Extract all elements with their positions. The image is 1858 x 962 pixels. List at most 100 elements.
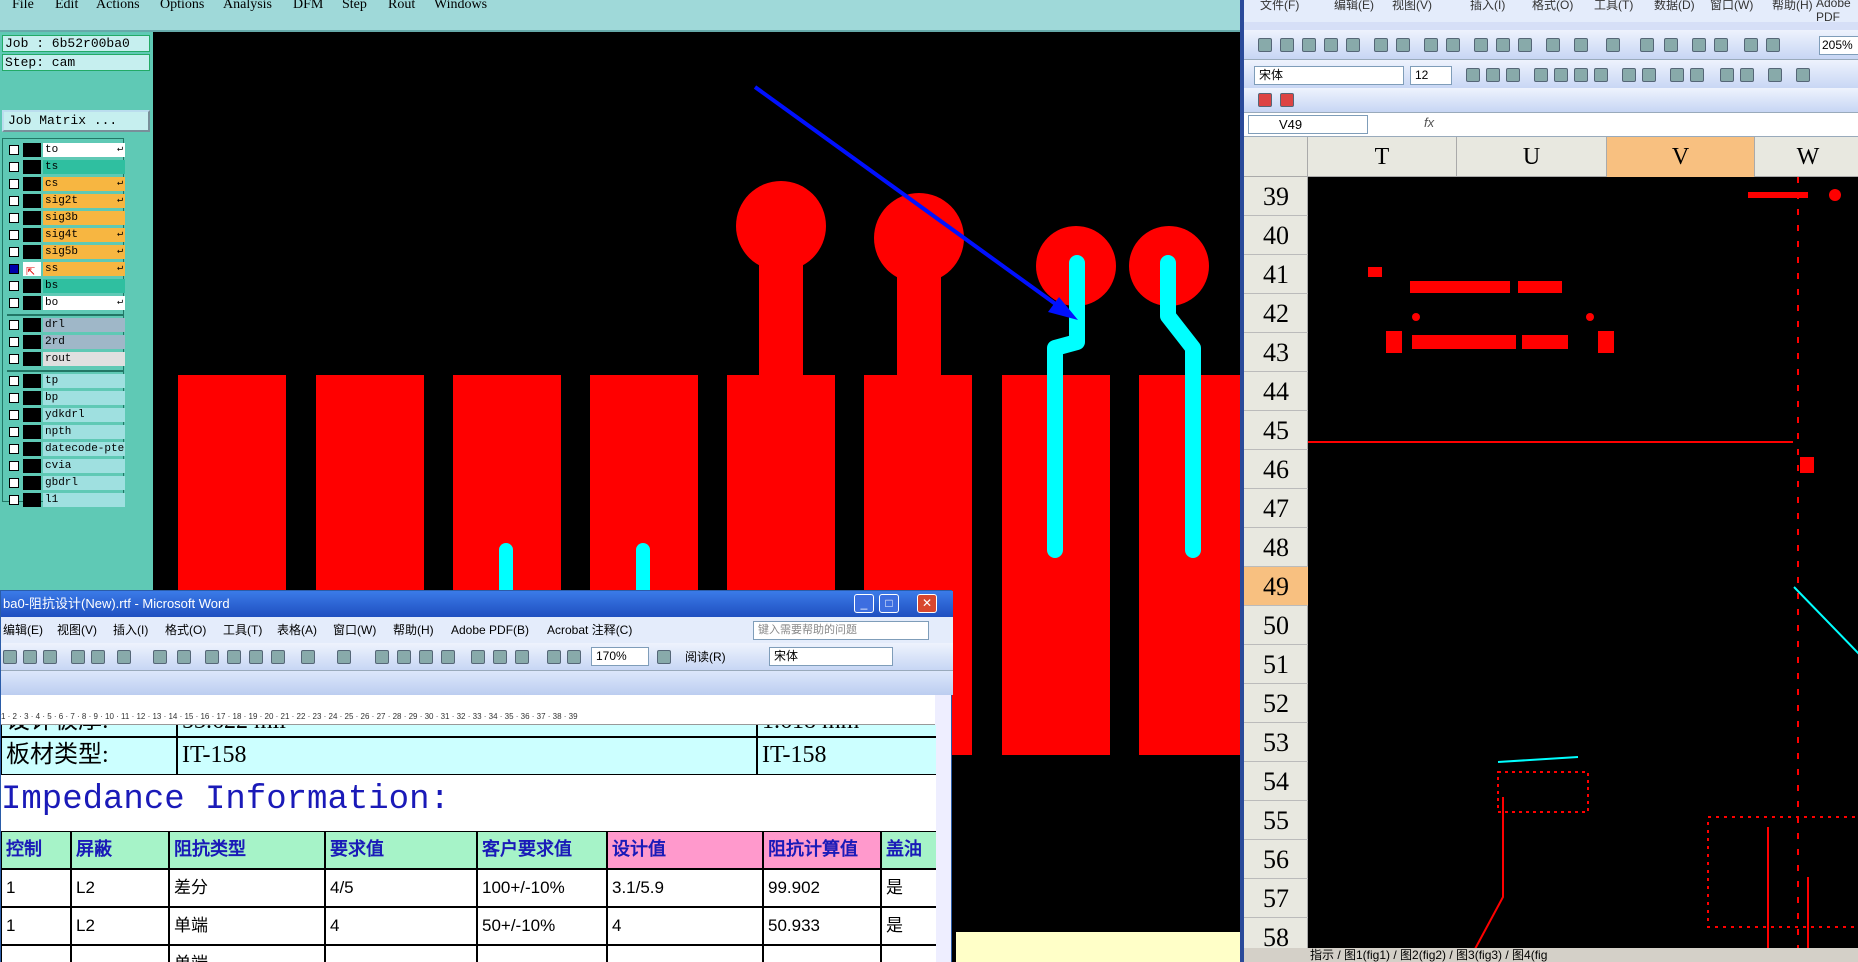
layer-row-sig5b[interactable]: sig5b ↵ bbox=[7, 245, 125, 259]
layer-checkbox[interactable] bbox=[9, 145, 19, 155]
layer-affected-toggle[interactable] bbox=[23, 143, 41, 157]
layer-row-cvia[interactable]: cvia bbox=[7, 459, 125, 473]
word-menu-insert[interactable]: 插入(I) bbox=[113, 617, 148, 643]
row-header-57[interactable]: 57 bbox=[1244, 879, 1308, 918]
layer-row-2rd[interactable]: 2rd bbox=[7, 335, 125, 349]
decrease-decimal-icon[interactable] bbox=[1690, 68, 1704, 82]
minimize-icon[interactable]: _ bbox=[854, 594, 874, 613]
word-menu-help[interactable]: 帮助(H) bbox=[393, 617, 434, 643]
row-header-50[interactable]: 50 bbox=[1244, 606, 1308, 645]
layer-checkbox[interactable] bbox=[9, 337, 19, 347]
layer-affected-toggle[interactable] bbox=[23, 442, 41, 456]
layer-checkbox[interactable] bbox=[9, 478, 19, 488]
layer-row-sig4t[interactable]: sig4t ↵ bbox=[7, 228, 125, 242]
layer-name[interactable]: ss ↵ bbox=[43, 262, 125, 276]
cam-menu-options[interactable]: Options bbox=[160, 0, 204, 13]
excel-menu-view[interactable]: 视图(V) bbox=[1392, 0, 1432, 13]
excel-menu-insert[interactable]: 插入(I) bbox=[1470, 0, 1505, 13]
cam-menu-analysis[interactable]: Analysis bbox=[223, 0, 272, 13]
layer-checkbox[interactable] bbox=[9, 495, 19, 505]
format-painter-icon[interactable] bbox=[1546, 38, 1560, 52]
row-header-53[interactable]: 53 bbox=[1244, 723, 1308, 762]
currency-icon[interactable] bbox=[1622, 68, 1636, 82]
layer-name[interactable]: ts bbox=[43, 160, 125, 174]
excel-cell-grid[interactable] bbox=[1308, 177, 1858, 962]
layer-checkbox[interactable] bbox=[9, 247, 19, 257]
layer-checkbox[interactable] bbox=[9, 444, 19, 454]
print-preview-icon[interactable] bbox=[1396, 38, 1410, 52]
research-icon[interactable] bbox=[1446, 38, 1460, 52]
layer-affected-toggle[interactable] bbox=[23, 352, 41, 366]
paste-icon[interactable] bbox=[1518, 38, 1532, 52]
format-painter-icon[interactable] bbox=[271, 650, 285, 664]
row-header-46[interactable]: 46 bbox=[1244, 450, 1308, 489]
hyperlink-icon[interactable] bbox=[375, 650, 389, 664]
drawing-icon[interactable] bbox=[1766, 38, 1780, 52]
tables-borders-icon[interactable] bbox=[397, 650, 411, 664]
help-search-box[interactable]: 键入需要帮助的问题 bbox=[753, 621, 929, 640]
word-menu-acrobat[interactable]: Acrobat 注释(C) bbox=[547, 617, 632, 643]
align-right-icon[interactable] bbox=[1574, 68, 1588, 82]
layer-row-drl[interactable]: drl bbox=[7, 318, 125, 332]
layer-checkbox[interactable] bbox=[9, 230, 19, 240]
row-header-41[interactable]: 41 bbox=[1244, 255, 1308, 294]
row-header-49[interactable]: 49 bbox=[1244, 567, 1308, 606]
permission-icon[interactable] bbox=[3, 650, 17, 664]
underline-icon[interactable] bbox=[1506, 68, 1520, 82]
row-header-43[interactable]: 43 bbox=[1244, 333, 1308, 372]
layer-affected-toggle[interactable] bbox=[23, 425, 41, 439]
cam-menu-file[interactable]: File bbox=[12, 0, 34, 13]
sheet-tabs[interactable]: 指示 / 图1(fig1) / 图2(fig2) / 图3(fig3) / 图4… bbox=[1244, 948, 1858, 962]
word-menu-edit[interactable]: 编辑(E) bbox=[3, 617, 43, 643]
research-icon[interactable] bbox=[153, 650, 167, 664]
row-header-39[interactable]: 39 bbox=[1244, 177, 1308, 216]
layer-name[interactable]: ydkdrl bbox=[43, 408, 125, 422]
layer-row-l1[interactable]: l1 bbox=[7, 493, 125, 507]
layer-affected-toggle[interactable] bbox=[23, 391, 41, 405]
document-map-icon[interactable] bbox=[515, 650, 529, 664]
column-header-u[interactable]: U bbox=[1457, 137, 1607, 177]
layer-checkbox[interactable] bbox=[9, 179, 19, 189]
italic-icon[interactable] bbox=[1486, 68, 1500, 82]
layer-name[interactable]: datecode-pte bbox=[43, 442, 125, 456]
bold-icon[interactable] bbox=[1466, 68, 1480, 82]
permission-icon[interactable] bbox=[1324, 38, 1338, 52]
excel-menu-edit[interactable]: 编辑(E) bbox=[1334, 0, 1374, 13]
email-icon[interactable] bbox=[1346, 38, 1360, 52]
word-font-box[interactable]: 宋体 bbox=[769, 647, 893, 666]
layer-affected-toggle[interactable] bbox=[23, 177, 41, 191]
insert-table-icon[interactable] bbox=[419, 650, 433, 664]
layer-checkbox[interactable] bbox=[9, 410, 19, 420]
layer-affected-toggle[interactable] bbox=[23, 374, 41, 388]
print-icon[interactable] bbox=[1374, 38, 1388, 52]
name-box[interactable]: V49 bbox=[1248, 115, 1368, 134]
layer-row-bp[interactable]: bp bbox=[7, 391, 125, 405]
row-header-55[interactable]: 55 bbox=[1244, 801, 1308, 840]
percent-icon[interactable] bbox=[1642, 68, 1656, 82]
pdf-convert-icon[interactable] bbox=[1258, 93, 1272, 107]
autosum-icon[interactable] bbox=[1664, 38, 1678, 52]
layer-row-tp[interactable]: tp bbox=[7, 374, 125, 388]
word-menu-view[interactable]: 视图(V) bbox=[57, 617, 97, 643]
layer-checkbox[interactable] bbox=[9, 393, 19, 403]
layer-name[interactable]: sig3b bbox=[43, 211, 125, 225]
row-header-56[interactable]: 56 bbox=[1244, 840, 1308, 879]
vertical-scrollbar[interactable] bbox=[935, 695, 951, 962]
layer-name[interactable]: gbdrl bbox=[43, 476, 125, 490]
layer-name[interactable]: tp bbox=[43, 374, 125, 388]
close-icon[interactable]: ✕ bbox=[917, 594, 937, 613]
new-icon[interactable] bbox=[1258, 38, 1272, 52]
cam-menu-edit[interactable]: Edit bbox=[55, 0, 78, 13]
redo-icon[interactable] bbox=[1606, 38, 1620, 52]
layer-checkbox[interactable] bbox=[9, 427, 19, 437]
word-zoom-box[interactable]: 170% bbox=[591, 647, 649, 666]
cut-icon[interactable] bbox=[1474, 38, 1488, 52]
row-header-42[interactable]: 42 bbox=[1244, 294, 1308, 333]
copy-icon[interactable] bbox=[227, 650, 241, 664]
layer-affected-toggle[interactable] bbox=[23, 476, 41, 490]
sort-ascending-icon[interactable] bbox=[1692, 38, 1706, 52]
layer-affected-toggle[interactable] bbox=[23, 194, 41, 208]
layer-name[interactable]: bp bbox=[43, 391, 125, 405]
row-header-48[interactable]: 48 bbox=[1244, 528, 1308, 567]
layer-name[interactable]: npth bbox=[43, 425, 125, 439]
